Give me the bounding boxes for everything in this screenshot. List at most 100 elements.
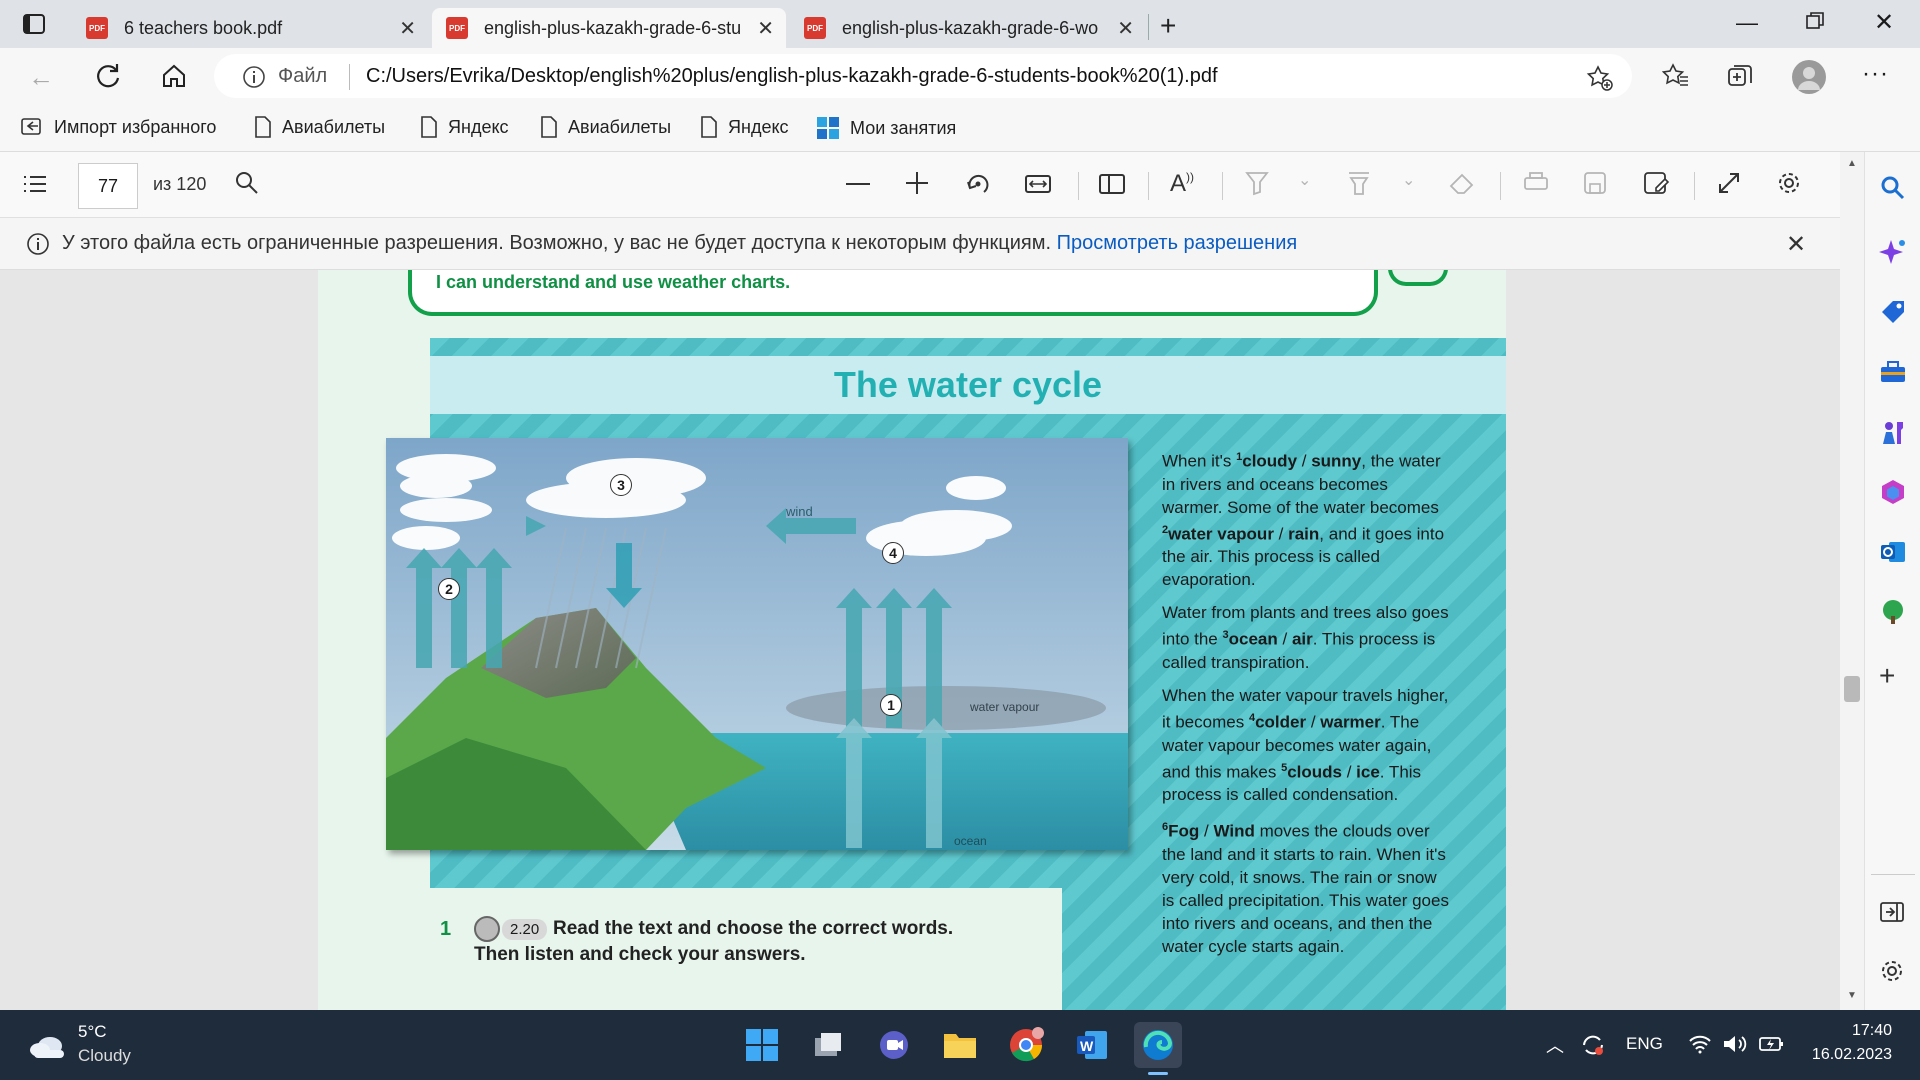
answer-option: Wind [1213,821,1255,841]
goal-box: I can understand and use weather charts. [408,270,1378,316]
goal-text: I can understand and use weather charts. [436,272,791,292]
sync-icon[interactable] [1580,1032,1606,1058]
info-icon [26,232,50,256]
fit-width-icon[interactable] [1024,170,1052,198]
answer-option: warmer [1320,712,1381,732]
favorite-label: Авиабилеты [282,116,386,137]
page-icon [541,116,557,138]
chevron-down-icon[interactable]: ⌄ [1402,170,1415,190]
goal-box-tab [1388,270,1448,286]
import-icon [21,118,41,135]
contents-icon[interactable] [22,172,48,196]
tab-teachers-book[interactable]: PDF 6 teachers book.pdf ✕ [72,8,428,48]
chrome-icon[interactable] [1002,1022,1050,1068]
copilot-sparkle-icon[interactable] [1879,238,1907,266]
start-windows-icon[interactable] [738,1022,786,1068]
close-icon[interactable]: ✕ [1786,230,1806,259]
office-icon[interactable] [1879,478,1907,506]
restore-icon[interactable] [1806,12,1824,30]
settings-gear-icon[interactable] [1776,170,1802,196]
draw-icon[interactable] [1346,170,1372,196]
address-url[interactable]: C:/Users/Evrika/Desktop/english%20plus/e… [366,65,1218,88]
task-view-icon[interactable] [804,1022,852,1068]
grid-app-icon [817,117,839,139]
info-icon[interactable] [242,65,266,89]
close-icon[interactable]: ✕ [757,16,774,41]
minimize-icon[interactable]: — [1736,10,1758,36]
fullscreen-icon[interactable] [1716,170,1742,196]
audio-track-badge[interactable]: 2.20 [474,916,548,942]
close-window-icon[interactable]: ✕ [1874,8,1894,37]
outlook-icon[interactable] [1879,538,1907,566]
favorite-aviabilety-1[interactable]: Авиабилеты [254,116,385,138]
favorite-yandex-1[interactable]: Яндекс [420,116,509,138]
favorite-label: Мои занятия [850,117,957,138]
close-icon[interactable]: ✕ [1117,16,1134,41]
page-number-input[interactable]: 77 [78,163,138,209]
chevron-up-icon[interactable]: ︿ [1546,1032,1564,1058]
favorite-aviabilety-2[interactable]: Авиабилеты [540,116,671,138]
diagram-label-water-vapour: water vapour [970,700,1040,714]
tab-workbook[interactable]: PDF english-plus-kazakh-grade-6-wo ✕ [790,8,1146,48]
more-menu-icon[interactable]: ··· [1862,60,1889,88]
games-chess-icon[interactable] [1879,418,1907,446]
save-as-icon[interactable] [1642,170,1670,196]
print-icon[interactable] [1522,170,1550,196]
battery-charging-icon[interactable] [1758,1034,1786,1054]
back-icon[interactable]: ← [28,62,54,93]
windows-taskbar: 5°C Cloudy W ︿ ENG 17:40 16.02.2023 [0,1010,1920,1080]
word-icon[interactable]: W [1068,1022,1116,1068]
address-bar[interactable]: Файл C:/Users/Evrika/Desktop/english%20p… [214,54,1632,98]
new-tab-icon[interactable]: + [1160,10,1176,42]
weather-cloud-icon[interactable] [28,1032,68,1060]
read-aloud-icon[interactable]: A)) [1170,170,1194,198]
favorites-icon[interactable] [1662,62,1690,90]
zoom-out-icon[interactable] [846,183,870,185]
add-icon[interactable]: + [1879,660,1895,692]
vertical-scrollbar[interactable]: ▲ ▼ [1840,152,1864,1010]
file-explorer-icon[interactable] [936,1022,984,1068]
chevron-down-icon[interactable]: ⌄ [1298,170,1311,190]
sidebar-settings-gear-icon[interactable] [1879,958,1905,984]
shopping-tag-icon[interactable] [1879,298,1907,326]
water-cycle-diagram: wind water vapour ocean 3 2 4 1 [386,438,1128,850]
favorite-yandex-2[interactable]: Яндекс [700,116,789,138]
scroll-down-icon[interactable]: ▼ [1847,990,1857,1001]
tree-icon[interactable] [1879,598,1907,626]
search-icon[interactable] [234,170,260,196]
view-permissions-link[interactable]: Просмотреть разрешения [1057,232,1298,254]
save-icon[interactable] [1582,170,1608,196]
edge-browser-icon[interactable] [1134,1022,1182,1068]
hide-sidebar-icon[interactable] [1879,900,1905,924]
page-view-icon[interactable] [1098,170,1126,198]
add-favorite-icon[interactable] [1586,64,1614,92]
tab-actions-icon[interactable] [22,12,46,36]
wifi-icon[interactable] [1688,1034,1712,1054]
rotate-icon[interactable] [964,170,992,198]
favorite-import[interactable]: Импорт избранного [20,116,216,138]
highlight-icon[interactable] [1244,170,1270,196]
volume-icon[interactable] [1722,1034,1748,1054]
home-icon[interactable] [160,62,188,90]
edge-sidebar: + [1864,152,1920,1010]
refresh-icon[interactable] [94,62,122,90]
collections-icon[interactable] [1726,62,1754,90]
pdf-icon: PDF [446,17,468,39]
pdf-toolbar: 77 из 120 A)) ⌄ ⌄ [0,152,1864,218]
teams-chat-icon[interactable] [870,1022,918,1068]
eraser-icon[interactable] [1448,170,1476,196]
zoom-in-icon[interactable] [904,170,930,196]
favorite-my-classes[interactable]: Мои занятия [816,116,956,140]
document-viewport[interactable]: I can understand and use weather charts.… [0,270,1840,1010]
text-run: / [1277,629,1292,649]
search-icon[interactable] [1879,174,1907,202]
navigation-bar: ← Файл C:/Users/Evrika/Desktop/english%2… [0,48,1920,106]
tab-students-book[interactable]: PDF english-plus-kazakh-grade-6-stu ✕ [432,8,786,48]
scroll-up-icon[interactable]: ▲ [1847,158,1857,169]
scroll-thumb[interactable] [1844,676,1860,702]
input-language[interactable]: ENG [1626,1034,1663,1054]
tools-briefcase-icon[interactable] [1879,358,1907,386]
close-icon[interactable]: ✕ [399,16,416,41]
title-banner: The water cycle [430,356,1506,414]
profile-avatar[interactable] [1792,60,1826,94]
